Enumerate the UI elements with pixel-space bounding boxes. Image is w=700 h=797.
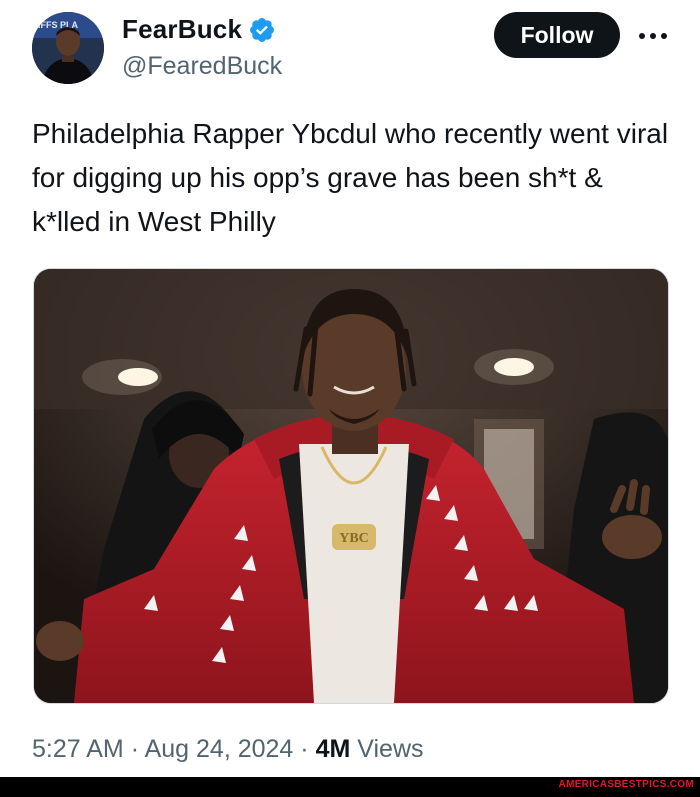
meta-separator: ·	[300, 735, 309, 763]
tweet-text: Philadelphia Rapper Ybcdul who recently …	[32, 118, 669, 237]
tweet-meta: 5:27 AM · Aug 24, 2024 · 4M Views	[32, 735, 424, 764]
avatar-image: IFFS PLA	[32, 12, 104, 84]
more-options-icon[interactable]	[636, 26, 670, 46]
media-photo: YBC	[34, 269, 668, 703]
watermark-text: AMERICASBESTPICS.COM	[558, 779, 694, 790]
author-display-name[interactable]: FearBuck	[122, 14, 242, 45]
pendant-caption: YBC	[339, 531, 369, 546]
tweet-media-image[interactable]: YBC	[33, 268, 669, 704]
views-label: Views	[357, 735, 424, 763]
views-count: 4M	[315, 735, 351, 763]
meta-separator: ·	[130, 735, 140, 763]
author-name-row[interactable]: FearBuck	[122, 14, 276, 45]
follow-button[interactable]: Follow	[494, 12, 620, 58]
verified-badge-icon	[250, 17, 275, 42]
avatar[interactable]: IFFS PLA	[32, 12, 104, 84]
author-handle[interactable]: @FearedBuck	[122, 52, 282, 81]
tweet-time[interactable]: 5:27 AM	[32, 735, 124, 763]
tweet-date[interactable]: Aug 24, 2024	[145, 735, 294, 763]
